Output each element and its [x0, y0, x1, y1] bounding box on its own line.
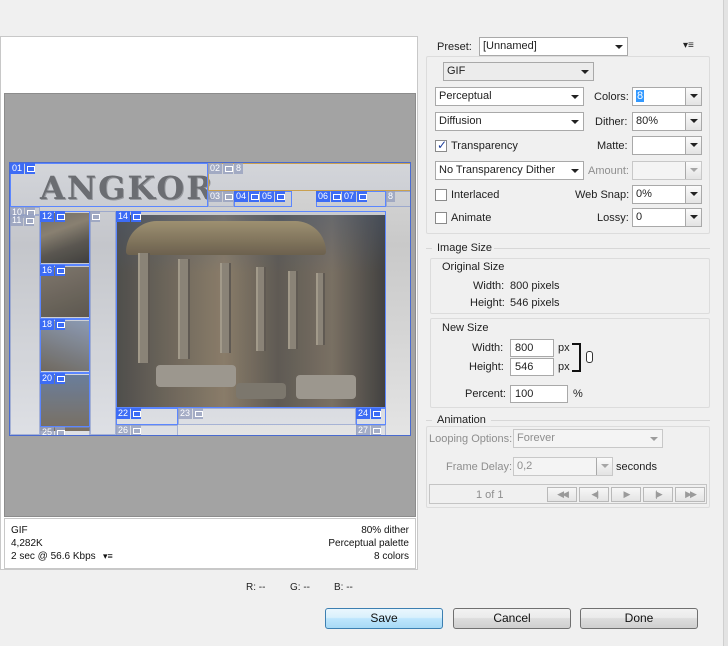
- slice-20[interactable]: 20: [40, 373, 90, 427]
- new-size-label: New Size: [442, 322, 489, 334]
- slice-18[interactable]: 18: [40, 319, 90, 373]
- dither-label: Dither:: [595, 116, 628, 128]
- info-format: GIF: [11, 525, 28, 536]
- slice-11[interactable]: 11: [10, 215, 40, 435]
- window-border: [723, 0, 728, 646]
- image-preview[interactable]: ANGKOR 01 028 03 0405 0607 8 10 11 12: [9, 162, 411, 436]
- info-file-size: 4,282K: [11, 538, 43, 549]
- height-unit: px: [558, 361, 570, 373]
- looping-options-select[interactable]: Forever: [513, 429, 663, 448]
- last-frame-button[interactable]: ▶▶: [675, 487, 705, 502]
- orig-height-value: 546 pixels: [510, 297, 560, 309]
- play-button[interactable]: ▶: [611, 487, 641, 502]
- web-snap-label: Web Snap:: [575, 189, 630, 201]
- percent-input[interactable]: 100: [510, 385, 568, 403]
- info-palette: Perceptual palette: [328, 538, 409, 549]
- width-label: Width:: [472, 342, 504, 354]
- file-format-select[interactable]: GIF: [443, 62, 594, 81]
- info-dither: 80% dither: [361, 525, 409, 536]
- animation-section-label: Animation: [437, 414, 486, 426]
- rgb-r-readout: R: --: [246, 582, 266, 593]
- slice-06[interactable]: 06 07: [316, 191, 386, 207]
- interlaced-label: Interlaced: [451, 189, 500, 201]
- colors-combo[interactable]: 8: [632, 87, 702, 106]
- percent-label: Percent:: [465, 388, 506, 400]
- next-frame-button[interactable]: |▶: [643, 487, 673, 502]
- animate-checkbox[interactable]: [435, 212, 447, 224]
- slice-04[interactable]: 04 05: [234, 191, 292, 207]
- height-input[interactable]: 546: [510, 358, 554, 376]
- matte-combo[interactable]: [632, 136, 702, 155]
- orig-width-label: Width:: [473, 280, 505, 292]
- frame-counter: 1 of 1: [476, 489, 504, 501]
- optimize-menu-icon[interactable]: ▾≡: [683, 40, 694, 51]
- rgb-b-readout: B: --: [334, 582, 353, 593]
- slice-10[interactable]: 10: [10, 207, 40, 218]
- save-button[interactable]: Save: [325, 608, 443, 629]
- colors-label: Colors:: [594, 91, 629, 103]
- slice-02[interactable]: 02 8: [208, 163, 410, 191]
- first-frame-button[interactable]: ◀◀: [547, 487, 577, 502]
- amount-label: Amount:: [588, 165, 629, 177]
- constrain-bracket: [572, 343, 581, 372]
- frame-delay-label: Frame Delay:: [446, 461, 513, 473]
- matte-label: Matte:: [597, 140, 628, 152]
- rgb-g-readout: G: --: [290, 582, 310, 593]
- original-size-label: Original Size: [442, 261, 505, 273]
- preset-select[interactable]: [Unnamed]: [479, 37, 628, 56]
- transparency-checkbox[interactable]: [435, 138, 447, 152]
- width-unit: px: [558, 342, 570, 354]
- optimization-info-panel: GIF 4,282K 2 sec @ 56.6 Kbps ▾≡ 80% dith…: [4, 518, 416, 569]
- slice-22[interactable]: 22: [116, 408, 178, 425]
- slice-13[interactable]: [90, 211, 116, 435]
- slice-14[interactable]: 14: [116, 211, 386, 408]
- slice-27[interactable]: 27: [356, 425, 386, 435]
- preset-label: Preset:: [437, 41, 472, 53]
- slice-26[interactable]: 26: [116, 425, 178, 435]
- lossy-combo[interactable]: 0: [632, 208, 702, 227]
- slice-23[interactable]: 23: [178, 408, 356, 425]
- orig-width-value: 800 pixels: [510, 280, 560, 292]
- slice-16[interactable]: 16: [40, 265, 90, 319]
- seconds-label: seconds: [616, 461, 657, 473]
- done-button[interactable]: Done: [580, 608, 698, 629]
- orig-height-label: Height:: [470, 297, 505, 309]
- color-reduction-select[interactable]: Perceptual: [435, 87, 584, 106]
- percent-unit: %: [573, 388, 583, 400]
- transparency-dither-select[interactable]: No Transparency Dither: [435, 161, 584, 180]
- constrain-proportions-icon[interactable]: [586, 351, 593, 363]
- interlaced-checkbox[interactable]: [435, 189, 447, 201]
- web-snap-combo[interactable]: 0%: [632, 185, 702, 204]
- amount-combo[interactable]: [632, 161, 702, 180]
- slice-12[interactable]: 12: [40, 211, 90, 265]
- info-download-time: 2 sec @ 56.6 Kbps: [11, 551, 96, 562]
- previous-frame-button[interactable]: ◀|: [579, 487, 609, 502]
- slice-01[interactable]: 01: [10, 163, 208, 207]
- slice-25[interactable]: 25: [40, 427, 90, 435]
- download-speed-menu-icon[interactable]: ▾≡: [103, 551, 113, 562]
- transparency-label: Transparency: [451, 140, 518, 152]
- info-colors: 8 colors: [373, 551, 409, 562]
- slice-03[interactable]: 03: [208, 191, 234, 207]
- width-input[interactable]: 800: [510, 339, 554, 357]
- image-size-section-label: Image Size: [437, 242, 493, 254]
- height-label: Height:: [469, 361, 504, 373]
- dither-combo[interactable]: 80%: [632, 112, 702, 131]
- lossy-label: Lossy:: [597, 212, 629, 224]
- dither-algorithm-select[interactable]: Diffusion: [435, 112, 584, 131]
- slice-08[interactable]: 8: [386, 191, 410, 207]
- animate-label: Animate: [451, 212, 492, 224]
- slice-24[interactable]: 24: [356, 408, 386, 425]
- looping-options-label: Looping Options:: [429, 433, 513, 445]
- cancel-button[interactable]: Cancel: [453, 608, 571, 629]
- frame-delay-combo[interactable]: 0,2: [513, 457, 613, 476]
